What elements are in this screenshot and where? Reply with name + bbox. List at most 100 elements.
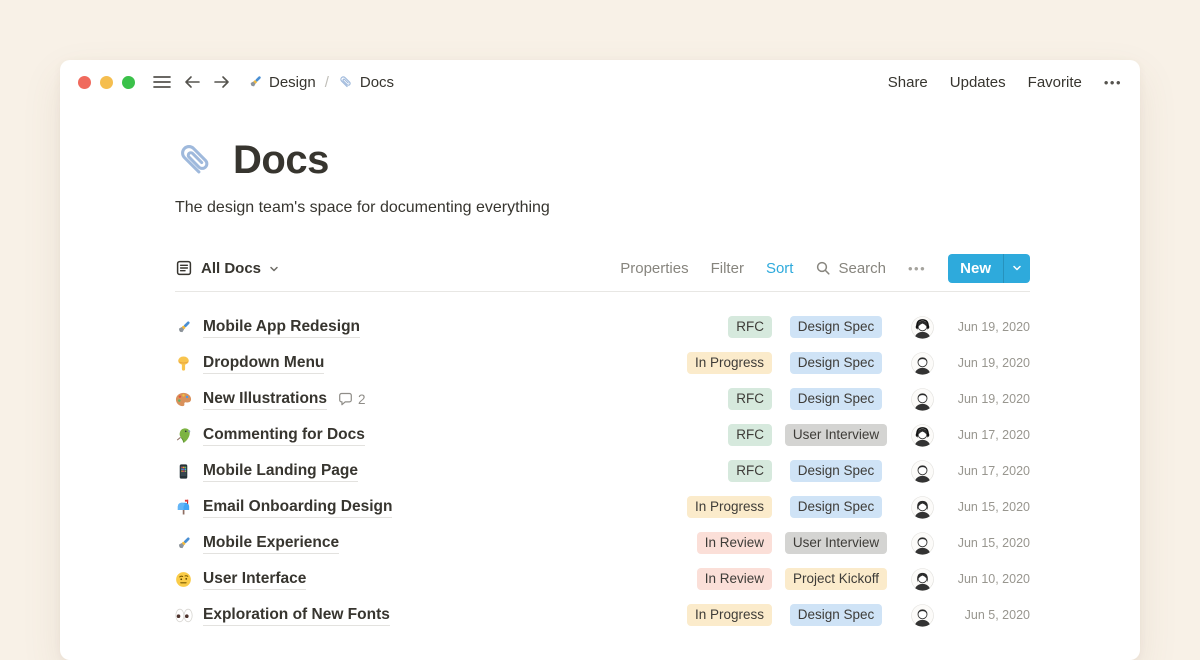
doc-title[interactable]: Commenting for Docs xyxy=(203,425,365,446)
view-toolbar: All Docs Properties Filter Sort Search •… xyxy=(175,253,1030,283)
status-tag[interactable]: In Review xyxy=(697,568,772,590)
filter-button[interactable]: Filter xyxy=(711,260,744,277)
doc-title[interactable]: Dropdown Menu xyxy=(203,353,324,374)
category-tag[interactable]: Design Spec xyxy=(790,316,883,338)
row-date: Jun 19, 2020 xyxy=(944,392,1030,406)
page-subtitle: The design team's space for documenting … xyxy=(175,198,1030,217)
comment-bubble-icon xyxy=(338,392,353,406)
status-tag[interactable]: RFC xyxy=(728,388,772,410)
row-date: Jun 17, 2020 xyxy=(944,464,1030,478)
more-options-button[interactable]: ••• xyxy=(1104,75,1122,90)
new-button[interactable]: New xyxy=(948,254,1030,283)
breadcrumb-item-design[interactable]: Design xyxy=(247,74,316,91)
toolbar-more-button[interactable]: ••• xyxy=(908,261,926,276)
row-date: Jun 19, 2020 xyxy=(944,320,1030,334)
page-content: Docs The design team's space for documen… xyxy=(60,136,1140,633)
breadcrumb: Design / Docs xyxy=(247,74,394,91)
doc-title[interactable]: New Illustrations xyxy=(203,389,327,410)
row-date: Jun 19, 2020 xyxy=(944,356,1030,370)
category-tag[interactable]: User Interview xyxy=(785,424,887,446)
status-tag[interactable]: In Review xyxy=(697,532,772,554)
close-window-button[interactable] xyxy=(78,76,91,89)
favorite-button[interactable]: Favorite xyxy=(1028,74,1082,91)
doc-title[interactable]: User Interface xyxy=(203,569,306,590)
doc-emoji-icon xyxy=(175,355,203,372)
doc-title[interactable]: Exploration of New Fonts xyxy=(203,605,390,626)
table-row[interactable]: Exploration of New Fonts In Progress Des… xyxy=(175,597,1030,633)
chevron-down-icon[interactable] xyxy=(1004,254,1030,283)
status-tag[interactable]: In Progress xyxy=(687,352,772,374)
status-tag[interactable]: RFC xyxy=(728,460,772,482)
row-date: Jun 17, 2020 xyxy=(944,428,1030,442)
avatar xyxy=(911,496,934,519)
topbar-actions: Share Updates Favorite ••• xyxy=(888,74,1122,91)
table-row[interactable]: Mobile Experience In Review User Intervi… xyxy=(175,525,1030,561)
category-tag[interactable]: Design Spec xyxy=(790,496,883,518)
table-row[interactable]: Email Onboarding Design In Progress Desi… xyxy=(175,489,1030,525)
paperclip-icon xyxy=(338,74,354,90)
breadcrumb-label: Design xyxy=(269,74,316,91)
category-tag[interactable]: Design Spec xyxy=(790,352,883,374)
sidebar-menu-button[interactable] xyxy=(149,69,175,95)
doc-title[interactable]: Email Onboarding Design xyxy=(203,497,392,518)
view-switcher-all-docs[interactable]: All Docs xyxy=(175,259,279,277)
doc-emoji-icon xyxy=(175,535,203,552)
zoom-window-button[interactable] xyxy=(122,76,135,89)
category-tag[interactable]: Project Kickoff xyxy=(785,568,887,590)
minimize-window-button[interactable] xyxy=(100,76,113,89)
updates-button[interactable]: Updates xyxy=(950,74,1006,91)
status-tag[interactable]: In Progress xyxy=(687,496,772,518)
category-tag[interactable]: User Interview xyxy=(785,532,887,554)
doc-emoji-icon xyxy=(175,608,203,623)
share-button[interactable]: Share xyxy=(888,74,928,91)
category-tag[interactable]: Design Spec xyxy=(790,604,883,626)
back-button[interactable] xyxy=(179,69,205,95)
view-switcher-label: All Docs xyxy=(201,260,261,277)
doc-emoji-icon xyxy=(175,391,203,408)
page-header: Docs The design team's space for documen… xyxy=(175,136,1030,217)
doc-emoji-icon xyxy=(175,463,203,480)
breadcrumb-label: Docs xyxy=(360,74,394,91)
docs-list-icon xyxy=(175,259,193,277)
doc-title[interactable]: Mobile Landing Page xyxy=(203,461,358,482)
sort-button[interactable]: Sort xyxy=(766,260,794,277)
breadcrumb-separator: / xyxy=(325,74,329,91)
avatar xyxy=(911,316,934,339)
doc-title[interactable]: Mobile App Redesign xyxy=(203,317,360,338)
chevron-down-icon xyxy=(269,264,279,274)
comment-count[interactable]: 2 xyxy=(338,392,366,407)
search-icon xyxy=(815,260,831,276)
avatar xyxy=(911,532,934,555)
properties-button[interactable]: Properties xyxy=(620,260,688,277)
table-rows: Mobile App Redesign RFC Design Spec Jun … xyxy=(175,292,1030,633)
window-topbar: Design / Docs Share Updates Favorite ••• xyxy=(60,60,1140,104)
table-row[interactable]: Commenting for Docs RFC User Interview J… xyxy=(175,417,1030,453)
status-tag[interactable]: In Progress xyxy=(687,604,772,626)
row-date: Jun 15, 2020 xyxy=(944,500,1030,514)
table-row[interactable]: Mobile Landing Page RFC Design Spec Jun … xyxy=(175,453,1030,489)
avatar xyxy=(911,460,934,483)
status-tag[interactable]: RFC xyxy=(728,316,772,338)
arrow-left-icon xyxy=(182,74,202,90)
status-tag[interactable]: RFC xyxy=(728,424,772,446)
category-tag[interactable]: Design Spec xyxy=(790,388,883,410)
search-button[interactable]: Search xyxy=(815,260,886,277)
table-row[interactable]: New Illustrations 2 RFC Design Spec Jun … xyxy=(175,381,1030,417)
table-row[interactable]: Dropdown Menu In Progress Design Spec Ju… xyxy=(175,345,1030,381)
paintbrush-icon xyxy=(247,74,263,90)
row-date: Jun 10, 2020 xyxy=(944,572,1030,586)
table-row[interactable]: User Interface In Review Project Kickoff… xyxy=(175,561,1030,597)
page-title: Docs xyxy=(233,136,329,184)
doc-emoji-icon xyxy=(175,499,203,516)
traffic-lights xyxy=(78,76,135,89)
avatar xyxy=(911,568,934,591)
paperclip-icon xyxy=(175,139,217,181)
doc-title[interactable]: Mobile Experience xyxy=(203,533,339,554)
table-row[interactable]: Mobile App Redesign RFC Design Spec Jun … xyxy=(175,309,1030,345)
category-tag[interactable]: Design Spec xyxy=(790,460,883,482)
forward-button[interactable] xyxy=(209,69,235,95)
doc-emoji-icon xyxy=(175,571,203,588)
comment-number: 2 xyxy=(358,392,366,407)
breadcrumb-item-docs[interactable]: Docs xyxy=(338,74,394,91)
doc-emoji-icon xyxy=(175,427,203,444)
